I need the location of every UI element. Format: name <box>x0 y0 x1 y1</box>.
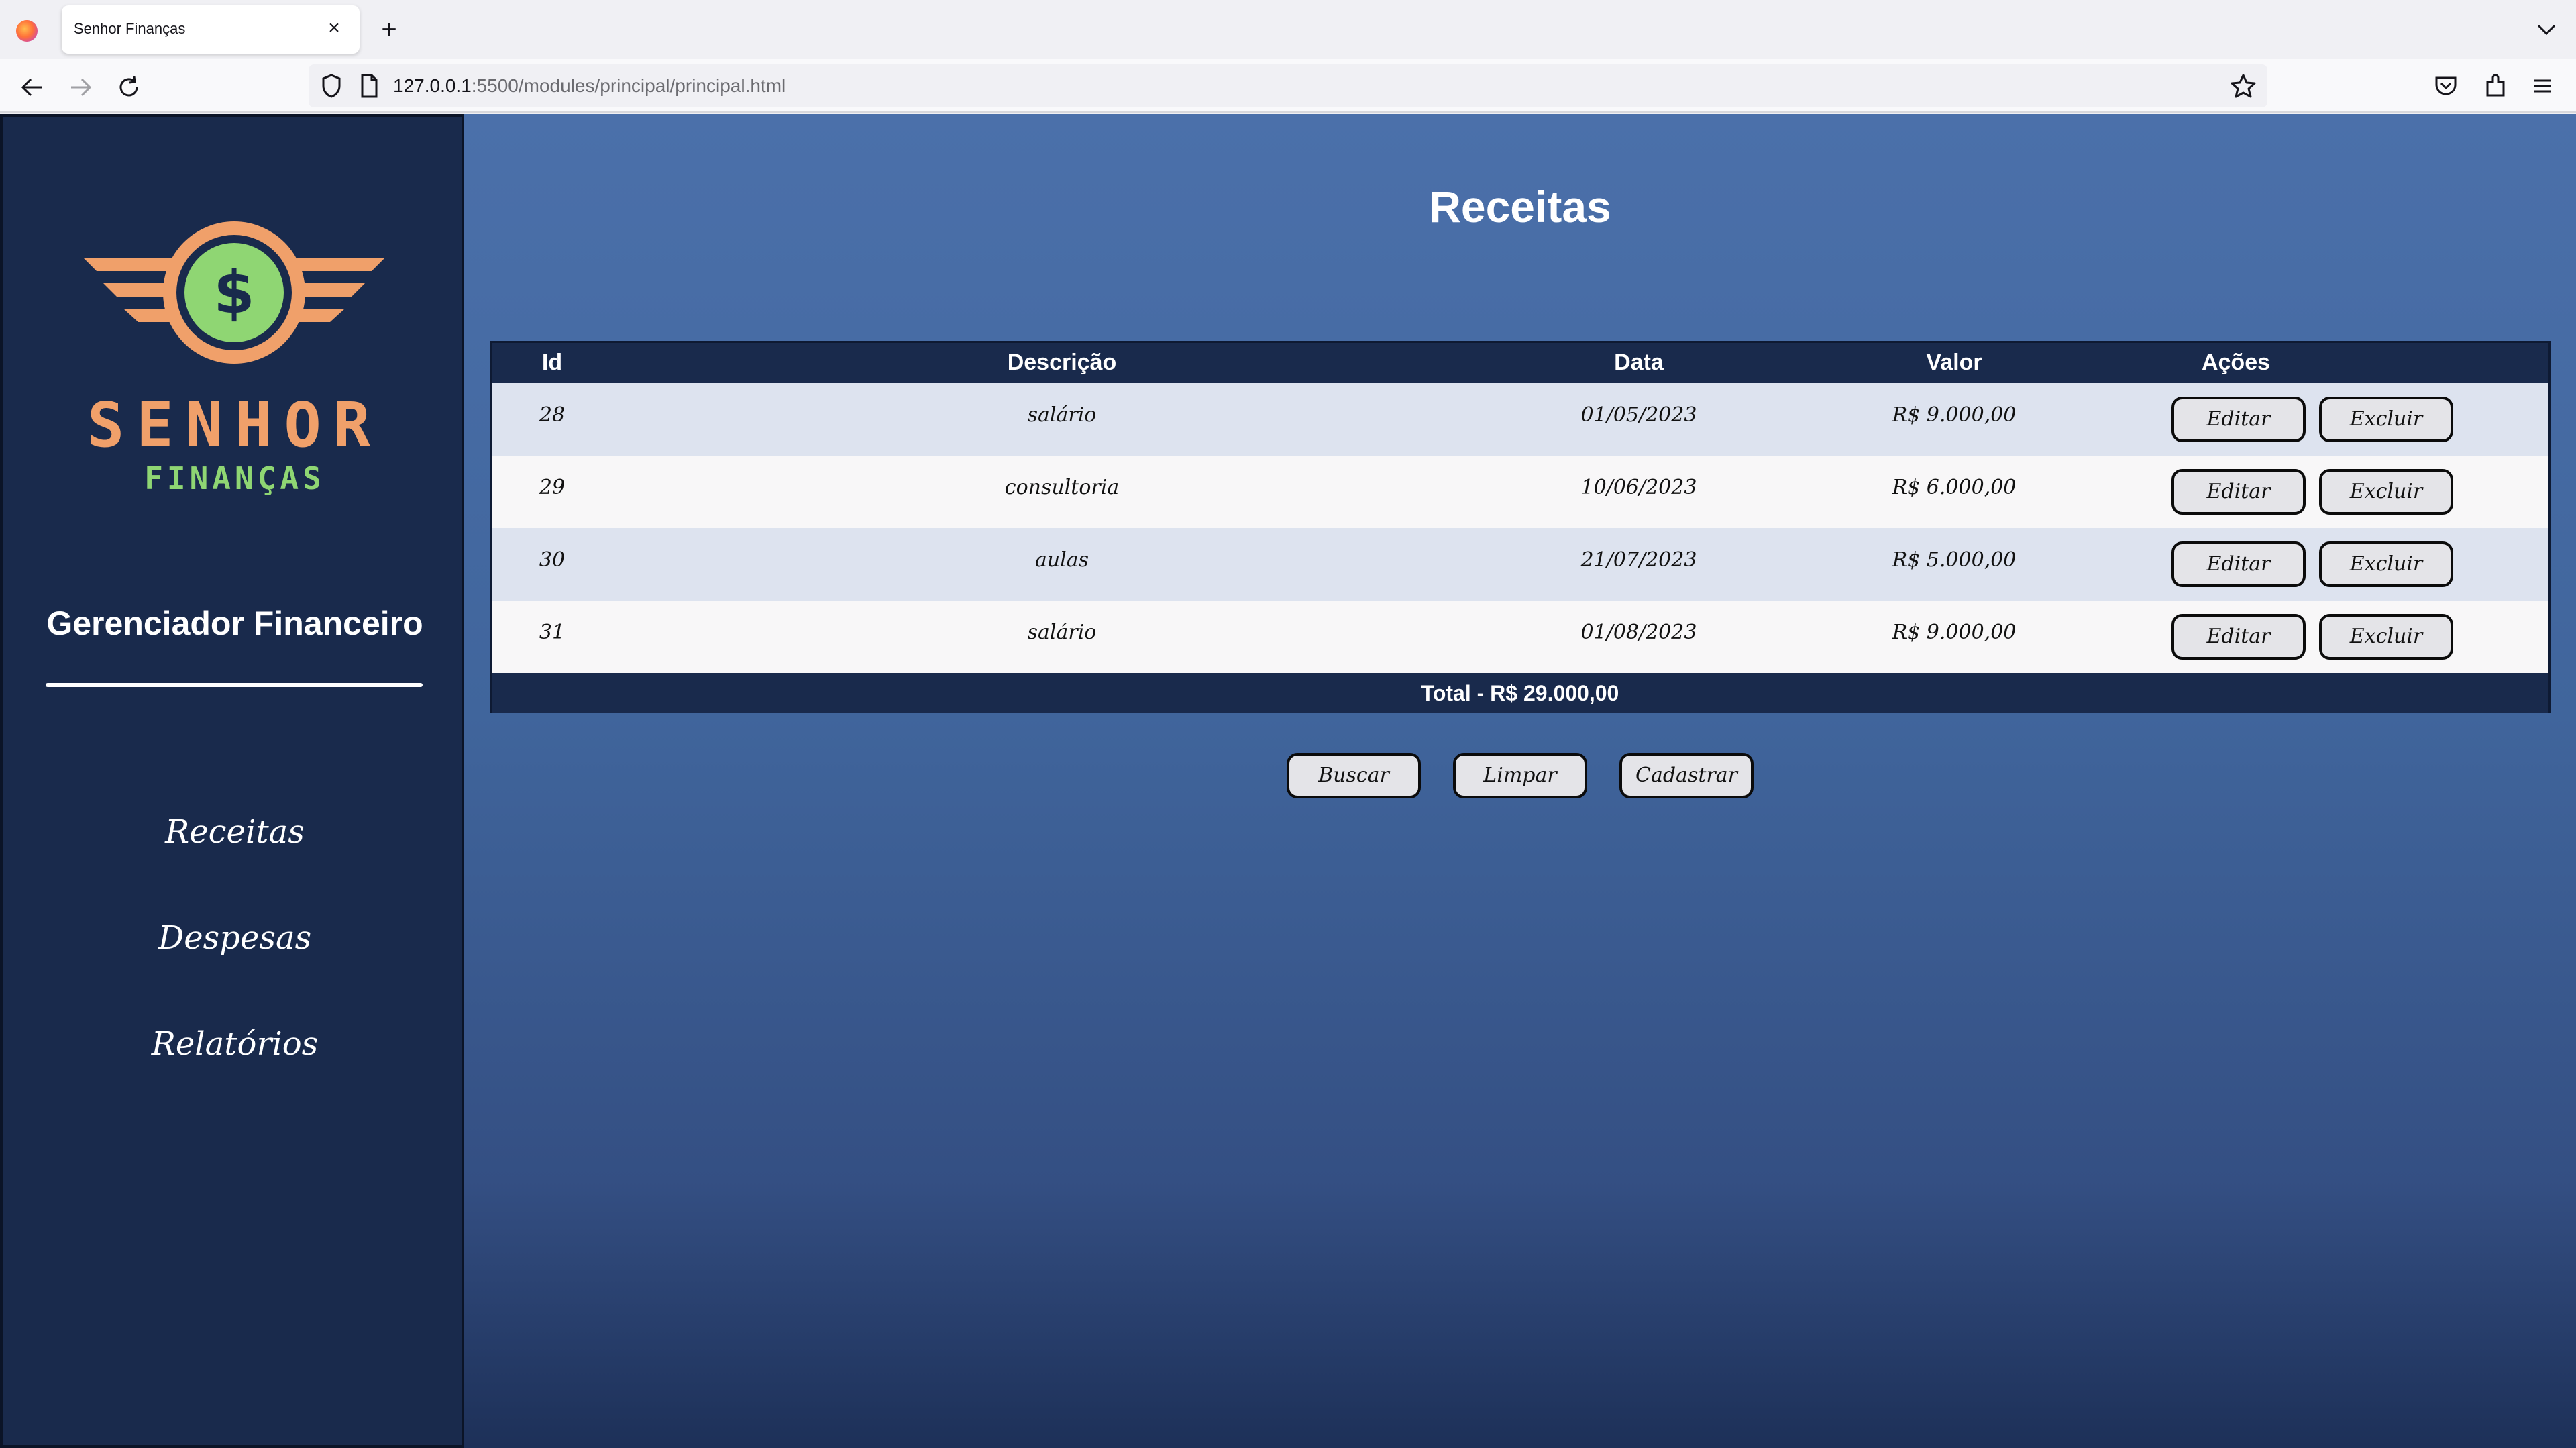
buscar-button[interactable]: Buscar <box>1287 753 1421 798</box>
cell-id: 28 <box>539 403 566 427</box>
back-arrow-icon[interactable] <box>16 71 48 103</box>
cell-data: 10/06/2023 <box>1580 476 1697 499</box>
sidebar-item-relatorios[interactable]: Relatórios <box>3 1025 467 1063</box>
cadastrar-button[interactable]: Cadastrar <box>1619 753 1754 798</box>
brand-subtitle: FINANÇAS <box>144 460 325 497</box>
brand-title: SENHOR <box>87 389 383 461</box>
pocket-icon[interactable] <box>2431 71 2461 101</box>
main-content: Receitas Id Descrição Data Valor Ações 2… <box>464 114 2576 1448</box>
delete-button[interactable]: Excluir <box>2319 614 2453 660</box>
plus-icon[interactable]: + <box>373 13 405 46</box>
delete-button[interactable]: Excluir <box>2319 397 2453 442</box>
sidebar-item-despesas[interactable]: Despesas <box>3 919 467 957</box>
cell-valor: R$ 9.000,00 <box>1892 621 2017 644</box>
cell-descricao: consultoria <box>1004 476 1120 499</box>
tab-senhor-financas[interactable]: Senhor Finanças × <box>62 5 360 54</box>
table-row: 31 salário 01/08/2023 R$ 9.000,00 Editar… <box>492 601 2548 673</box>
page-title: Receitas <box>1429 182 1611 231</box>
edit-button[interactable]: Editar <box>2171 397 2306 442</box>
table-row: 30 aulas 21/07/2023 R$ 5.000,00 Editar E… <box>492 528 2548 601</box>
page: $ SENHOR FINANÇAS Gerenciador Financeiro… <box>0 114 2576 1448</box>
url-host: 127.0.0.1 <box>393 75 472 96</box>
edit-button[interactable]: Editar <box>2171 614 2306 660</box>
tab-title: Senhor Finanças <box>74 20 186 37</box>
cell-valor: R$ 5.000,00 <box>1892 548 2017 572</box>
table-footer: Total - R$ 29.000,00 <box>492 673 2548 713</box>
cell-valor: R$ 9.000,00 <box>1892 403 2017 427</box>
delete-button[interactable]: Excluir <box>2319 469 2453 515</box>
url-text[interactable]: 127.0.0.1:5500/modules/principal/princip… <box>393 75 786 97</box>
url-path: :5500/modules/principal/principal.html <box>471 75 786 96</box>
extensions-icon[interactable] <box>2481 71 2510 101</box>
page-icon <box>361 74 378 98</box>
table-header: Id Descrição Data Valor Ações <box>492 343 2548 383</box>
cell-id: 29 <box>539 476 566 499</box>
star-icon[interactable] <box>2229 71 2258 101</box>
cell-descricao: salário <box>1027 403 1097 427</box>
header-descricao: Descrição <box>1007 350 1117 375</box>
header-data: Data <box>1614 350 1664 375</box>
sidebar-heading: Gerenciador Financeiro <box>46 605 423 642</box>
delete-button[interactable]: Excluir <box>2319 541 2453 587</box>
cell-data: 21/07/2023 <box>1580 548 1697 572</box>
cell-descricao: salário <box>1027 621 1097 644</box>
header-id: Id <box>541 350 563 375</box>
header-valor: Valor <box>1926 350 1982 375</box>
firefox-logo-icon <box>16 20 38 42</box>
cell-descricao: aulas <box>1034 548 1089 572</box>
receitas-table: Id Descrição Data Valor Ações 28 salário… <box>490 341 2551 713</box>
header-acoes: Ações <box>2201 350 2271 375</box>
forward-arrow-icon[interactable] <box>64 71 97 103</box>
cell-valor: R$ 6.000,00 <box>1892 476 2017 499</box>
sidebar-item-receitas[interactable]: Receitas <box>3 813 467 851</box>
table-row: 29 consultoria 10/06/2023 R$ 6.000,00 Ed… <box>492 456 2548 528</box>
limpar-button[interactable]: Limpar <box>1453 753 1587 798</box>
cell-id: 30 <box>539 548 566 572</box>
table-row: 28 salário 01/05/2023 R$ 9.000,00 Editar… <box>492 383 2548 456</box>
svg-text:$: $ <box>213 258 254 327</box>
sidebar: $ SENHOR FINANÇAS Gerenciador Financeiro… <box>0 114 464 1448</box>
menu-icon[interactable] <box>2528 71 2557 101</box>
edit-button[interactable]: Editar <box>2171 469 2306 515</box>
cell-id: 31 <box>539 621 566 644</box>
edit-button[interactable]: Editar <box>2171 541 2306 587</box>
cell-data: 01/08/2023 <box>1580 621 1697 644</box>
chevron-down-icon[interactable] <box>2533 19 2560 40</box>
reload-icon[interactable] <box>113 71 145 103</box>
cell-data: 01/05/2023 <box>1580 403 1697 427</box>
sidebar-divider <box>46 683 423 687</box>
close-icon[interactable]: × <box>321 15 347 42</box>
tab-bar: Senhor Finanças × + <box>0 0 2576 59</box>
shield-icon[interactable] <box>317 71 346 101</box>
total-value: Total - R$ 29.000,00 <box>1421 681 1619 705</box>
